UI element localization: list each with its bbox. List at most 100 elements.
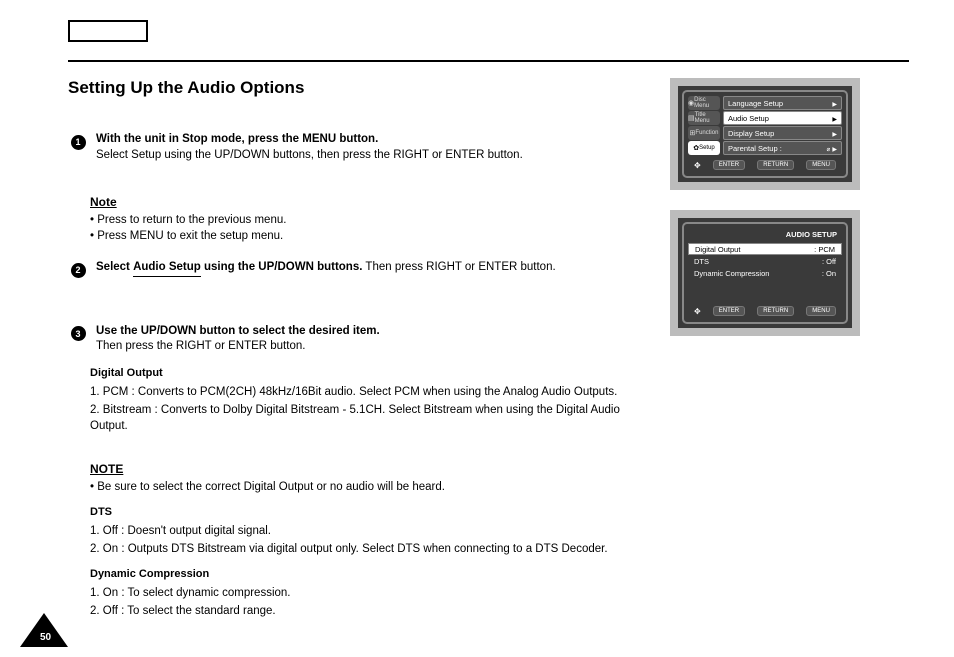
osd-menu-button: MENU: [806, 306, 836, 316]
osd-enter-button: ENTER: [713, 160, 745, 170]
osd-sidebar: Disc Menu Title Menu Function Setup: [688, 96, 720, 155]
item-text: 2. On : Outputs DTS Bitstream via digita…: [90, 542, 648, 558]
list-item: 1. Off : Doesn't output digital signal.: [90, 524, 648, 540]
chevron-right-icon: [832, 99, 837, 108]
row-value: : Off: [822, 257, 836, 266]
step-2: 2 Select Audio Setup using the UP/DOWN b…: [68, 260, 648, 278]
item-text: 2. Off : To select the standard range.: [90, 604, 648, 620]
row-label: Parental Setup :: [728, 144, 782, 153]
option-list: 1. On : To select dynamic compression. 2…: [90, 586, 648, 620]
osd-screenshot-setup-menu: Disc Menu Title Menu Function Setup Lang…: [670, 78, 860, 190]
step-number: 2: [68, 260, 88, 278]
option-note-block: NOTE • Be sure to select the correct Dig…: [90, 444, 648, 496]
list-item: 2. On : Outputs DTS Bitstream via digita…: [90, 542, 648, 558]
osd-row-dynamic-compression: Dynamic Compression : On: [688, 267, 842, 279]
list-item: 2. Off : To select the standard range.: [90, 604, 648, 620]
osd-row-language-setup: Language Setup: [723, 96, 842, 110]
row-label: Audio Setup: [728, 114, 769, 123]
note-heading: Note: [90, 195, 117, 209]
osd-row-dts: DTS : Off: [688, 255, 842, 267]
header-rule: [68, 60, 909, 62]
step-text: Then press the RIGHT or ENTER button.: [96, 340, 305, 352]
note-heading: NOTE: [90, 462, 123, 476]
osd-menu-button: MENU: [806, 160, 836, 170]
list-item: 2. Bitstream : Converts to Dolby Digital…: [90, 403, 648, 434]
osd-layout: Disc Menu Title Menu Function Setup Lang…: [688, 96, 842, 155]
dpad-icon: [694, 161, 701, 170]
step-badge: 1: [71, 135, 86, 150]
osd-panel: AUDIO SETUP Digital Output : PCM DTS : Off…: [682, 222, 848, 324]
osd-row-digital-output: Digital Output : PCM: [688, 243, 842, 255]
osd-screen-title: AUDIO SETUP: [688, 228, 842, 243]
dpad-icon: [694, 307, 701, 316]
row-label: Digital Output: [695, 245, 740, 254]
list-item: 1. PCM : Converts to PCM(2CH) 48kHz/16Bi…: [90, 385, 648, 401]
osd-enter-button: ENTER: [713, 306, 745, 316]
item-text: 1. PCM : Converts to PCM(2CH) 48kHz/16Bi…: [90, 385, 648, 401]
item-text: 1. On : To select dynamic compression.: [90, 586, 648, 602]
osd-button-bar: ENTER RETURN MENU: [688, 304, 842, 318]
step-lead: With the unit in Stop mode, press the ME…: [96, 133, 378, 145]
row-label: Display Setup: [728, 129, 774, 138]
tab-label: Disc Menu: [694, 97, 720, 109]
note-line-2: • Press MENU to exit the setup menu.: [90, 229, 648, 245]
options-block: Digital Output 1. PCM : Converts to PCM(…: [90, 367, 648, 620]
osd-tab-function: Function: [688, 126, 720, 140]
osd-row-parental-setup: Parental Setup :: [723, 141, 842, 155]
step-lead: Select Audio Setup using the UP/DOWN but…: [96, 261, 362, 273]
list-item: 1. On : To select dynamic compression.: [90, 586, 648, 602]
option-dts: DTS 1. Off : Doesn't output digital sign…: [90, 506, 648, 558]
chevron-right-icon: [832, 129, 837, 138]
chevron-right-icon: [832, 144, 837, 153]
option-list: 1. Off : Doesn't output digital signal. …: [90, 524, 648, 558]
step-body: With the unit in Stop mode, press the ME…: [96, 132, 648, 163]
option-list: 1. PCM : Converts to PCM(2CH) 48kHz/16Bi…: [90, 385, 648, 435]
row-value: : PCM: [814, 245, 835, 254]
tab-label: Function: [695, 130, 718, 136]
title-icon: [688, 114, 695, 122]
osd-tab-setup: Setup: [688, 141, 720, 155]
osd-screenshot-audio-setup: AUDIO SETUP Digital Output : PCM DTS : Off…: [670, 210, 860, 336]
osd-row-audio-setup: Audio Setup: [723, 111, 842, 125]
tab-label: Setup: [699, 145, 715, 151]
step-text: Select Setup using the UP/DOWN buttons, …: [96, 149, 523, 161]
osd-return-button: RETURN: [757, 306, 794, 316]
osd-body: Language Setup Audio Setup Display Setup…: [723, 96, 842, 155]
osd-tab-title-menu: Title Menu: [688, 111, 720, 125]
osd-panel: Disc Menu Title Menu Function Setup Lang…: [682, 90, 848, 178]
main-content: Setting Up the Audio Options 1 With the …: [68, 72, 909, 623]
step-1: 1 With the unit in Stop mode, press the …: [68, 132, 648, 163]
item-text: 2. Bitstream : Converts to Dolby Digital…: [90, 403, 648, 434]
step-text: Then press RIGHT or ENTER button.: [365, 261, 555, 273]
step-number: 3: [68, 324, 88, 355]
option-title: DTS: [90, 506, 112, 518]
step-body: Use the UP/DOWN button to select the des…: [96, 324, 648, 355]
row-label: DTS: [694, 257, 709, 266]
note-line-1: • Press to return to the previous menu.: [90, 213, 648, 229]
enter-underline: Audio Setup: [133, 260, 201, 277]
row-value: : On: [822, 269, 836, 278]
option-digital-output: Digital Output 1. PCM : Converts to PCM(…: [90, 367, 648, 435]
chevron-right-icon: [832, 114, 837, 123]
lock-icon: [827, 144, 831, 153]
page-number: 50: [40, 632, 51, 643]
step-body: Select Audio Setup using the UP/DOWN but…: [96, 260, 648, 278]
row-label: Dynamic Compression: [694, 269, 769, 278]
osd-button-bar: ENTER RETURN MENU: [688, 158, 842, 172]
item-text: 1. Off : Doesn't output digital signal.: [90, 524, 648, 540]
mid-note-block: Note • Press to return to the previous m…: [90, 177, 648, 244]
option-title: Digital Output: [90, 367, 163, 379]
step-number: 1: [68, 132, 88, 163]
step-3: 3 Use the UP/DOWN button to select the d…: [68, 324, 648, 355]
left-column: Setting Up the Audio Options 1 With the …: [68, 72, 648, 623]
section-tag-box: Setup: [68, 20, 148, 42]
page-title: Setting Up the Audio Options: [68, 78, 648, 98]
tab-label: Title Menu: [695, 112, 720, 124]
osd-tab-disc-menu: Disc Menu: [688, 96, 720, 110]
osd-row-display-setup: Display Setup: [723, 126, 842, 140]
row-label: Language Setup: [728, 99, 783, 108]
step-badge: 3: [71, 326, 86, 341]
option-title: Dynamic Compression: [90, 568, 209, 580]
step-lead: Use the UP/DOWN button to select the des…: [96, 325, 380, 337]
option-dynamic-compression: Dynamic Compression 1. On : To select dy…: [90, 568, 648, 620]
